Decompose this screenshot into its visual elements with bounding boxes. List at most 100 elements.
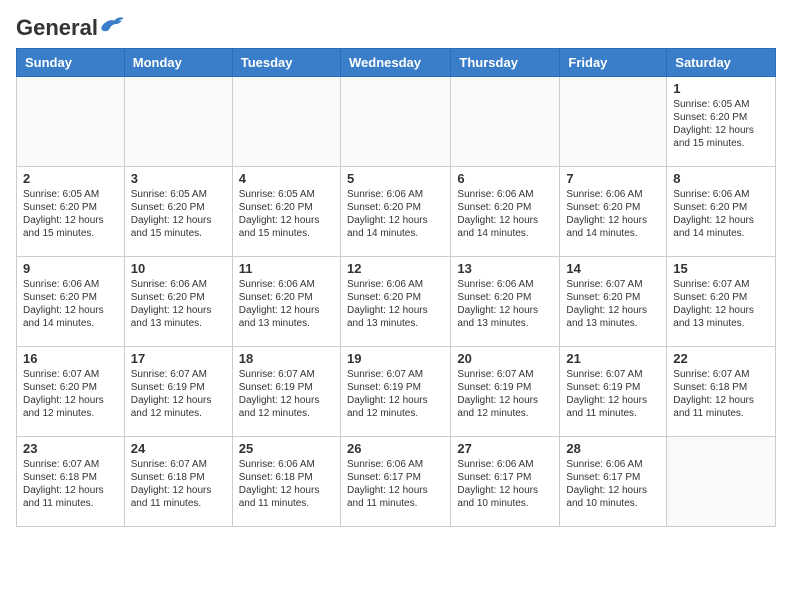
calendar-cell: 4 Sunrise: 6:05 AM Sunset: 6:20 PM Daylig… <box>232 167 340 257</box>
calendar-cell: 16 Sunrise: 6:07 AM Sunset: 6:20 PM Dayli… <box>17 347 125 437</box>
calendar-cell <box>17 77 125 167</box>
day-number: 7 <box>566 171 660 186</box>
calendar-cell <box>560 77 667 167</box>
day-number: 5 <box>347 171 444 186</box>
day-number: 2 <box>23 171 118 186</box>
day-info: Sunrise: 6:05 AM Sunset: 6:20 PM Dayligh… <box>673 98 769 150</box>
calendar-day-header: Saturday <box>667 49 776 77</box>
day-info: Sunrise: 6:06 AM Sunset: 6:17 PM Dayligh… <box>566 458 660 510</box>
calendar-cell: 26 Sunrise: 6:06 AM Sunset: 6:17 PM Dayli… <box>340 437 450 527</box>
calendar-cell: 5 Sunrise: 6:06 AM Sunset: 6:20 PM Daylig… <box>340 167 450 257</box>
calendar-day-header: Friday <box>560 49 667 77</box>
day-number: 24 <box>131 441 226 456</box>
day-info: Sunrise: 6:05 AM Sunset: 6:20 PM Dayligh… <box>239 188 334 240</box>
calendar-day-header: Thursday <box>451 49 560 77</box>
day-info: Sunrise: 6:06 AM Sunset: 6:18 PM Dayligh… <box>239 458 334 510</box>
calendar-cell <box>124 77 232 167</box>
calendar-cell: 28 Sunrise: 6:06 AM Sunset: 6:17 PM Dayli… <box>560 437 667 527</box>
calendar-cell: 1 Sunrise: 6:05 AM Sunset: 6:20 PM Daylig… <box>667 77 776 167</box>
logo: General <box>16 16 124 40</box>
day-number: 15 <box>673 261 769 276</box>
calendar-cell: 15 Sunrise: 6:07 AM Sunset: 6:20 PM Dayli… <box>667 257 776 347</box>
day-info: Sunrise: 6:06 AM Sunset: 6:20 PM Dayligh… <box>673 188 769 240</box>
day-number: 26 <box>347 441 444 456</box>
day-info: Sunrise: 6:06 AM Sunset: 6:20 PM Dayligh… <box>239 278 334 330</box>
day-info: Sunrise: 6:07 AM Sunset: 6:19 PM Dayligh… <box>347 368 444 420</box>
calendar-week-row: 16 Sunrise: 6:07 AM Sunset: 6:20 PM Dayli… <box>17 347 776 437</box>
day-info: Sunrise: 6:07 AM Sunset: 6:19 PM Dayligh… <box>131 368 226 420</box>
calendar-cell: 21Sunrise: 6:07 AM Sunset: 6:19 PM Dayli… <box>560 347 667 437</box>
calendar-week-row: 2 Sunrise: 6:05 AM Sunset: 6:20 PM Daylig… <box>17 167 776 257</box>
day-number: 20 <box>457 351 553 366</box>
day-number: 11 <box>239 261 334 276</box>
calendar-cell <box>340 77 450 167</box>
calendar-cell <box>451 77 560 167</box>
day-info: Sunrise: 6:07 AM Sunset: 6:18 PM Dayligh… <box>131 458 226 510</box>
day-number: 22 <box>673 351 769 366</box>
calendar-cell: 23 Sunrise: 6:07 AM Sunset: 6:18 PM Dayli… <box>17 437 125 527</box>
day-number: 8 <box>673 171 769 186</box>
day-number: 6 <box>457 171 553 186</box>
day-number: 21 <box>566 351 660 366</box>
calendar-cell: 27 Sunrise: 6:06 AM Sunset: 6:17 PM Dayli… <box>451 437 560 527</box>
day-number: 12 <box>347 261 444 276</box>
calendar-cell: 10 Sunrise: 6:06 AM Sunset: 6:20 PM Dayli… <box>124 257 232 347</box>
day-number: 23 <box>23 441 118 456</box>
day-number: 13 <box>457 261 553 276</box>
day-info: Sunrise: 6:07 AM Sunset: 6:19 PM Dayligh… <box>239 368 334 420</box>
calendar-cell: 8 Sunrise: 6:06 AM Sunset: 6:20 PM Daylig… <box>667 167 776 257</box>
calendar-cell: 12 Sunrise: 6:06 AM Sunset: 6:20 PM Dayli… <box>340 257 450 347</box>
day-info: Sunrise: 6:06 AM Sunset: 6:20 PM Dayligh… <box>23 278 118 330</box>
day-number: 27 <box>457 441 553 456</box>
logo-bird-icon <box>100 16 124 36</box>
day-info: Sunrise: 6:06 AM Sunset: 6:20 PM Dayligh… <box>457 278 553 330</box>
calendar-day-header: Monday <box>124 49 232 77</box>
calendar-cell: 18 Sunrise: 6:07 AM Sunset: 6:19 PM Dayli… <box>232 347 340 437</box>
calendar-cell: 11 Sunrise: 6:06 AM Sunset: 6:20 PM Dayli… <box>232 257 340 347</box>
page-header: General <box>16 16 776 40</box>
day-number: 19 <box>347 351 444 366</box>
day-info: Sunrise: 6:07 AM Sunset: 6:20 PM Dayligh… <box>673 278 769 330</box>
day-info: Sunrise: 6:06 AM Sunset: 6:20 PM Dayligh… <box>131 278 226 330</box>
calendar-table: SundayMondayTuesdayWednesdayThursdayFrid… <box>16 48 776 527</box>
day-number: 3 <box>131 171 226 186</box>
calendar-day-header: Tuesday <box>232 49 340 77</box>
calendar-cell: 13 Sunrise: 6:06 AM Sunset: 6:20 PM Dayli… <box>451 257 560 347</box>
calendar-cell: 22 Sunrise: 6:07 AM Sunset: 6:18 PM Dayli… <box>667 347 776 437</box>
day-info: Sunrise: 6:07 AM Sunset: 6:18 PM Dayligh… <box>673 368 769 420</box>
calendar-cell <box>667 437 776 527</box>
calendar-cell: 24 Sunrise: 6:07 AM Sunset: 6:18 PM Dayli… <box>124 437 232 527</box>
day-number: 9 <box>23 261 118 276</box>
calendar-cell: 25 Sunrise: 6:06 AM Sunset: 6:18 PM Dayli… <box>232 437 340 527</box>
day-number: 4 <box>239 171 334 186</box>
day-info: Sunrise: 6:07 AM Sunset: 6:19 PM Dayligh… <box>457 368 553 420</box>
calendar-cell: 9 Sunrise: 6:06 AM Sunset: 6:20 PM Daylig… <box>17 257 125 347</box>
day-info: Sunrise: 6:06 AM Sunset: 6:17 PM Dayligh… <box>457 458 553 510</box>
day-info: Sunrise: 6:05 AM Sunset: 6:20 PM Dayligh… <box>131 188 226 240</box>
day-info: Sunrise: 6:06 AM Sunset: 6:20 PM Dayligh… <box>347 188 444 240</box>
calendar-week-row: 23 Sunrise: 6:07 AM Sunset: 6:18 PM Dayli… <box>17 437 776 527</box>
day-number: 1 <box>673 81 769 96</box>
day-info: Sunrise: 6:06 AM Sunset: 6:20 PM Dayligh… <box>347 278 444 330</box>
day-info: Sunrise: 6:07 AM Sunset: 6:18 PM Dayligh… <box>23 458 118 510</box>
calendar-cell: 7 Sunrise: 6:06 AM Sunset: 6:20 PM Daylig… <box>560 167 667 257</box>
day-number: 18 <box>239 351 334 366</box>
day-number: 14 <box>566 261 660 276</box>
day-number: 25 <box>239 441 334 456</box>
day-info: Sunrise: 6:06 AM Sunset: 6:20 PM Dayligh… <box>566 188 660 240</box>
day-info: Sunrise: 6:06 AM Sunset: 6:20 PM Dayligh… <box>457 188 553 240</box>
day-info: Sunrise: 6:07 AM Sunset: 6:20 PM Dayligh… <box>23 368 118 420</box>
calendar-cell: 19 Sunrise: 6:07 AM Sunset: 6:19 PM Dayli… <box>340 347 450 437</box>
calendar-cell: 2Sunrise: 6:05 AM Sunset: 6:20 PM Daylig… <box>17 167 125 257</box>
calendar-cell: 6 Sunrise: 6:06 AM Sunset: 6:20 PM Daylig… <box>451 167 560 257</box>
calendar-day-header: Wednesday <box>340 49 450 77</box>
day-info: Sunrise: 6:06 AM Sunset: 6:17 PM Dayligh… <box>347 458 444 510</box>
day-number: 16 <box>23 351 118 366</box>
calendar-cell: 20 Sunrise: 6:07 AM Sunset: 6:19 PM Dayli… <box>451 347 560 437</box>
day-number: 28 <box>566 441 660 456</box>
day-number: 10 <box>131 261 226 276</box>
calendar-cell <box>232 77 340 167</box>
day-info: Sunrise: 6:07 AM Sunset: 6:20 PM Dayligh… <box>566 278 660 330</box>
calendar-week-row: 1 Sunrise: 6:05 AM Sunset: 6:20 PM Daylig… <box>17 77 776 167</box>
calendar-week-row: 9 Sunrise: 6:06 AM Sunset: 6:20 PM Daylig… <box>17 257 776 347</box>
